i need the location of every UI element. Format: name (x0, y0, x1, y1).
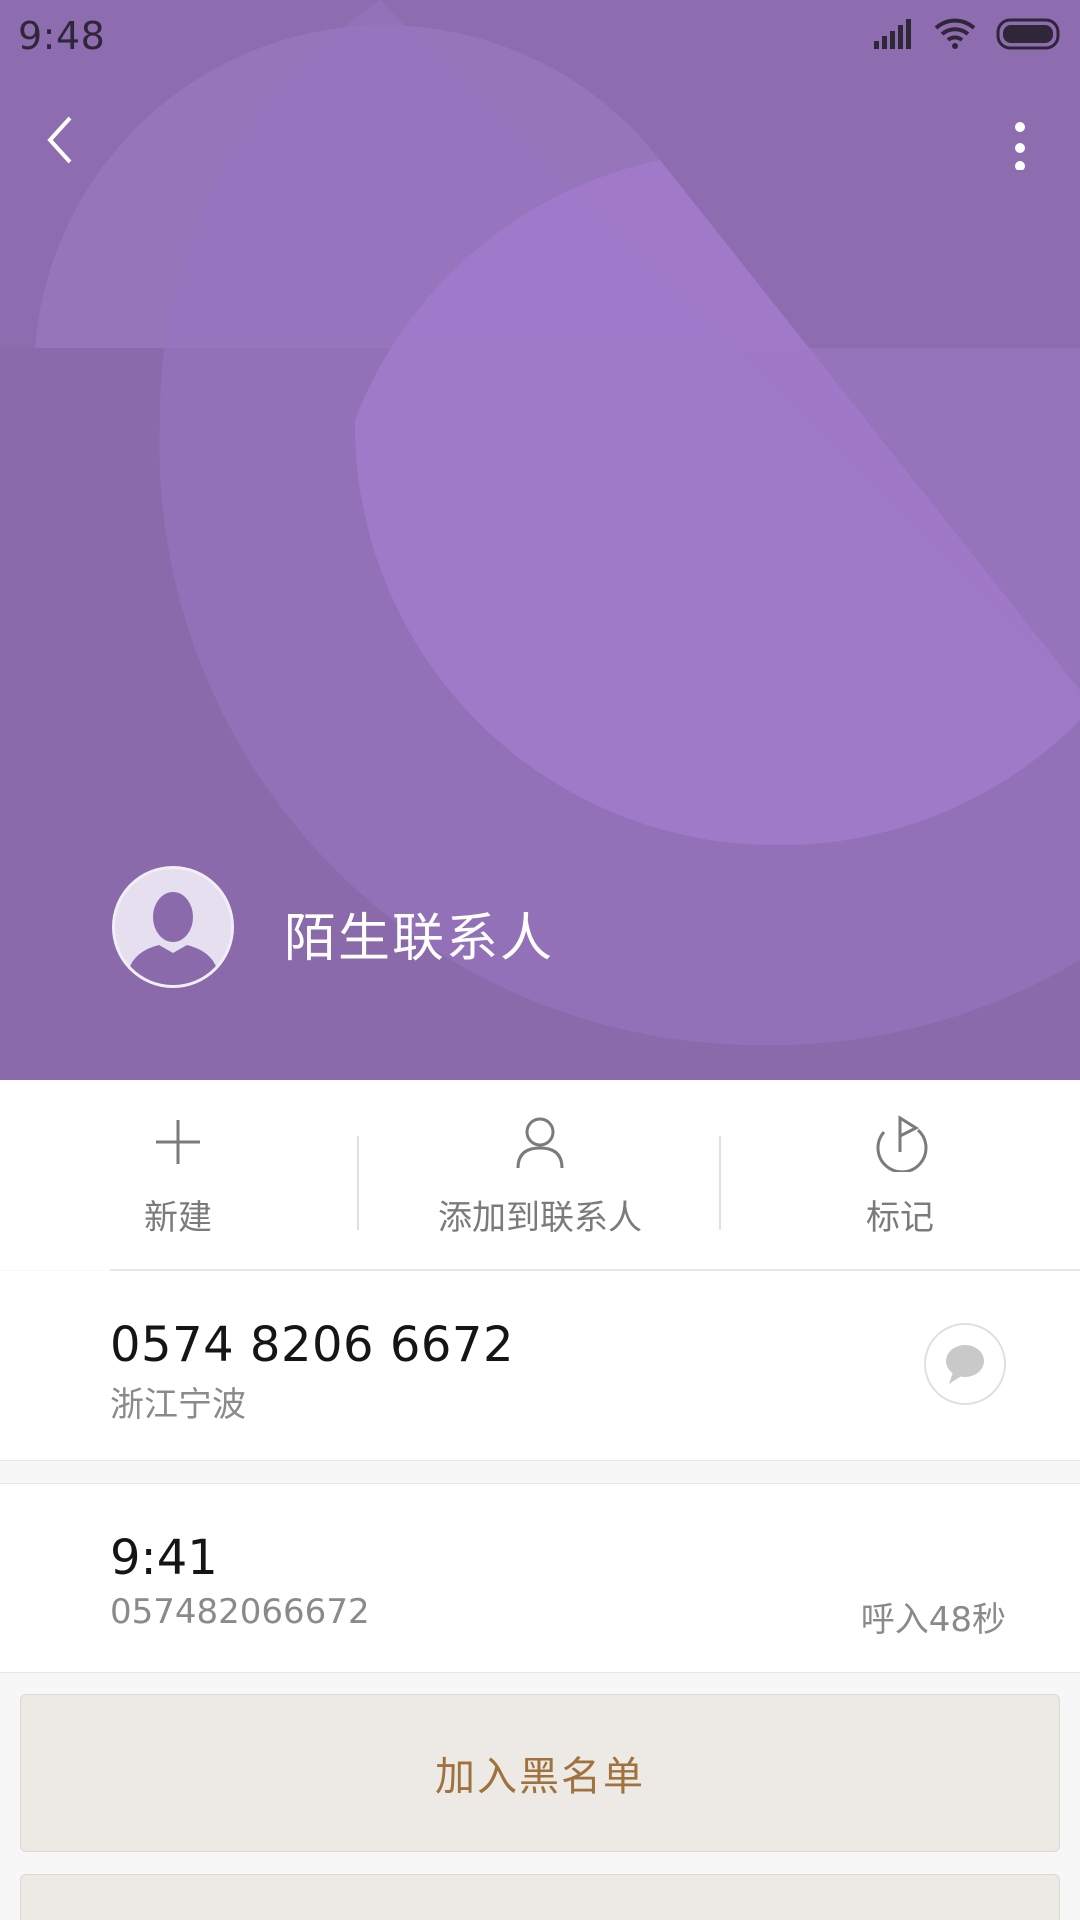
call-time: 9:41 (110, 1530, 218, 1586)
flag-icon (876, 1115, 928, 1172)
action-divider (357, 1136, 359, 1230)
secondary-button[interactable] (20, 1874, 1060, 1920)
wifi-icon (934, 18, 976, 49)
chevron-left-icon (47, 116, 72, 164)
add-to-contacts-button[interactable]: 添加到联系人 (380, 1080, 700, 1270)
action-row: 新建 添加到联系人 标记 (0, 1080, 1080, 1270)
call-log-row[interactable]: 9:41 057482066672 呼入48秒 (0, 1483, 1080, 1673)
action-divider (719, 1136, 721, 1230)
phone-location: 浙江宁波 (110, 1385, 246, 1425)
more-options-button[interactable] (990, 100, 1050, 180)
add-to-blacklist-label: 加入黑名单 (435, 1754, 645, 1800)
send-message-button[interactable] (924, 1323, 1006, 1405)
add-to-blacklist-button[interactable]: 加入黑名单 (20, 1694, 1060, 1852)
contact-name: 陌生联系人 (284, 909, 555, 969)
call-duration: 呼入48秒 (860, 1600, 1006, 1640)
back-button[interactable] (30, 100, 90, 180)
more-vertical-icon (1015, 122, 1025, 170)
signal-icon (874, 19, 911, 49)
add-to-contacts-label: 添加到联系人 (438, 1198, 642, 1238)
message-icon (946, 1345, 984, 1384)
person-silhouette-icon (129, 892, 217, 985)
battery-icon (996, 18, 1060, 50)
status-bar: 9:48 (0, 0, 1080, 74)
status-time: 9:48 (18, 14, 106, 58)
person-icon (516, 1117, 564, 1169)
call-number: 057482066672 (110, 1592, 370, 1632)
new-contact-button[interactable]: 新建 (78, 1080, 278, 1270)
phone-number-row[interactable]: 0574 8206 6672 浙江宁波 (0, 1271, 1080, 1461)
status-icons (874, 18, 1062, 50)
avatar (112, 866, 234, 988)
plus-icon (156, 1120, 200, 1164)
new-contact-label: 新建 (144, 1198, 212, 1238)
mark-label: 标记 (866, 1198, 934, 1238)
contact-header: 9:48 陌生联系人 (0, 0, 1080, 1080)
phone-number: 0574 8206 6672 (110, 1317, 514, 1373)
mark-button[interactable]: 标记 (800, 1080, 1000, 1270)
